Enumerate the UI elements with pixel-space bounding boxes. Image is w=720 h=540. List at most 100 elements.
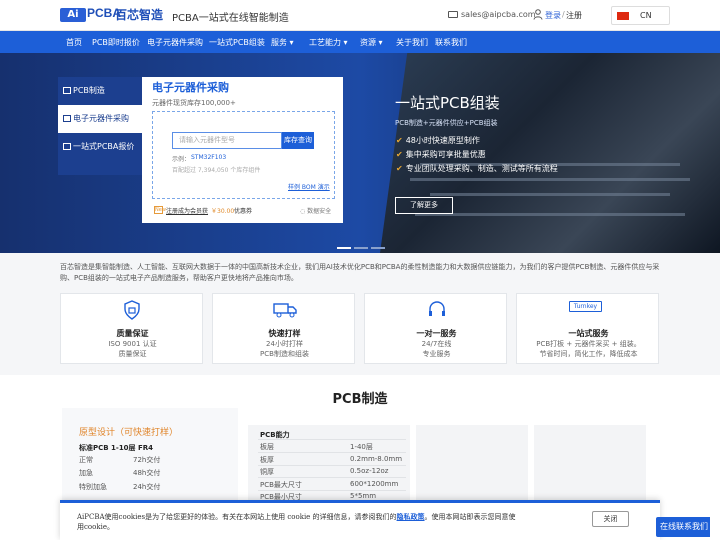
carousel-dot[interactable]: [354, 247, 368, 249]
capability-value: 600*1200mm: [350, 480, 399, 488]
table-divider: [258, 490, 406, 491]
login-link[interactable]: 登录: [545, 10, 561, 21]
section-title: PCB制造: [332, 392, 388, 407]
carousel-dot[interactable]: [371, 247, 385, 249]
feature-card-service[interactable]: 一对一服务 24/7在线 专业服务: [364, 293, 507, 364]
stock-search-button[interactable]: 库存查询: [282, 132, 314, 149]
truck-icon: [273, 303, 297, 318]
cookie-close-button[interactable]: 关闭: [592, 511, 629, 527]
delivery-type: 特别加急: [79, 483, 107, 491]
logo-cn[interactable]: 百芯智造: [115, 6, 163, 23]
mail-icon: [448, 11, 458, 18]
stock-count-text: 百配超过 7,394,050 个库存组件: [172, 167, 261, 174]
learn-more-button[interactable]: 了解更多: [395, 197, 453, 214]
cookie-text: AiPCBA使用cookies是为了给您更好的体验。有关在本网站上使用 cook…: [77, 512, 517, 532]
bom-demo-link[interactable]: 样例 BOM 演示: [288, 182, 330, 191]
nav-resources[interactable]: 资源 ▾: [360, 37, 383, 48]
nav-process-label: 工艺能力: [309, 38, 341, 47]
capability-key: PCB最大尺寸: [260, 481, 302, 489]
carousel-dots: [337, 242, 388, 251]
email-link[interactable]: sales@aipcba.com: [461, 10, 536, 19]
check-icon: ✔: [396, 136, 403, 145]
photo-detail: [415, 213, 685, 216]
feature-line: 质量保证: [118, 350, 147, 358]
language-label: CN: [640, 11, 652, 20]
menu-pcba-quote[interactable]: 一站式PCBA报价: [58, 133, 142, 161]
feature-title: 快速打样: [268, 329, 301, 338]
pcb-icon: [63, 87, 71, 94]
standard-pcb: 标准PCB 1-10层 FR4: [79, 444, 154, 452]
nav-pcb-quote[interactable]: PCB即时报价: [92, 37, 140, 48]
feature-card-quality[interactable]: 质量保证 ISO 9001 认证 质量保证: [60, 293, 203, 364]
coupon-amount: ￥30.00: [211, 208, 235, 215]
menu-pcb-label: PCB制造: [73, 86, 105, 95]
turnkey-icon: Turnkey: [569, 301, 602, 312]
hero-title: 一站式PCB组装: [395, 94, 500, 112]
privacy-policy-link[interactable]: 隐私政策: [397, 512, 425, 521]
hero-subtitle: PCB制造+元器件供应+PCB组装: [395, 119, 498, 127]
data-secure: ◌ 数据安全: [300, 206, 331, 215]
hero-bullet-text: 48小时快速原型制作: [405, 136, 480, 145]
menu-pcba-label: 一站式PCBA报价: [73, 142, 135, 151]
hero-bullet: ✔ 集中采购可享批量优惠: [396, 149, 486, 160]
contact-us-button[interactable]: 在线联系我们: [656, 517, 710, 537]
menu-components-label: 电子元器件采购: [73, 114, 129, 123]
logo-mark[interactable]: Ai: [60, 8, 86, 22]
feature-title: 一站式服务: [568, 329, 609, 338]
login-separator: /: [562, 10, 565, 19]
delivery-time: 48h交付: [133, 469, 161, 477]
hero-bullet: ✔ 48小时快速原型制作: [396, 135, 480, 146]
feature-title: 质量保证: [116, 329, 149, 338]
nav-home[interactable]: 首页: [66, 37, 82, 48]
chevron-down-icon: ▾: [343, 38, 348, 47]
new-badge-icon: New: [154, 206, 166, 214]
board-icon: [63, 143, 71, 150]
panel-title: 电子元器件采购: [152, 81, 229, 94]
hero-bullet: ✔ 专业团队处理采购、制造、测试等所有流程: [396, 163, 558, 174]
china-flag-icon: [617, 12, 629, 20]
capability-value: 5*5mm: [350, 492, 377, 500]
capability-key: 铜厚: [260, 468, 274, 476]
data-secure-label: 数据安全: [307, 208, 332, 215]
carousel-dot[interactable]: [337, 247, 351, 249]
menu-pcb-manufacturing[interactable]: PCB制造: [58, 77, 142, 105]
feature-line: 专业服务: [422, 350, 451, 358]
hero-bullet-text: 专业团队处理采购、制造、测试等所有流程: [405, 164, 558, 173]
chevron-down-icon: ▾: [289, 38, 294, 47]
shield-lock-icon: [124, 300, 140, 320]
feature-line: PCB打板 + 元器件采买 + 组装。: [536, 340, 641, 348]
delivery-type: 加急: [79, 469, 93, 477]
feature-card-fast[interactable]: 快速打样 24小时打样 PCB制造和组装: [212, 293, 355, 364]
panel-subtitle: 元器件现货库存100,000+: [152, 99, 236, 107]
nav-process[interactable]: 工艺能力 ▾: [309, 37, 348, 48]
component-search-input[interactable]: 请输入元器件型号: [172, 132, 282, 149]
example-code-link[interactable]: STM32F103: [191, 154, 226, 161]
register-link[interactable]: 注册: [566, 10, 582, 21]
nav-pcba[interactable]: 一站式PCB组装: [209, 37, 265, 48]
check-icon: ✔: [396, 164, 403, 173]
delivery-type: 正常: [79, 456, 93, 464]
example-label: 示例：: [172, 156, 191, 163]
delivery-time: 72h交付: [133, 456, 161, 464]
prototype-title: 原型设计（可快速打样）: [79, 428, 179, 438]
chip-icon: [63, 115, 71, 122]
nav-contact[interactable]: 联系我们: [435, 37, 467, 48]
feature-line: 节省时间，简化工作，降低成本: [539, 350, 638, 358]
table-divider: [258, 465, 406, 466]
register-coupon-link[interactable]: 注册成为会员获: [166, 206, 208, 215]
table-divider: [258, 452, 406, 453]
nav-components[interactable]: 电子元器件采购: [147, 37, 203, 48]
capability-value: 1-40层: [350, 443, 373, 451]
nav-about[interactable]: 关于我们: [396, 37, 428, 48]
tagline: PCBA一站式在线智能制造: [172, 13, 289, 24]
table-divider: [258, 477, 406, 478]
feature-line: 24/7在线: [421, 340, 452, 348]
photo-detail: [430, 193, 670, 196]
capability-key: 板层: [260, 443, 274, 451]
nav-service[interactable]: 服务 ▾: [271, 37, 294, 48]
feature-line: ISO 9001 认证: [108, 340, 157, 348]
menu-components[interactable]: 电子元器件采购: [58, 105, 142, 133]
capability-key: 板厚: [260, 456, 274, 464]
nav-service-label: 服务: [271, 38, 287, 47]
table-divider: [258, 439, 406, 440]
